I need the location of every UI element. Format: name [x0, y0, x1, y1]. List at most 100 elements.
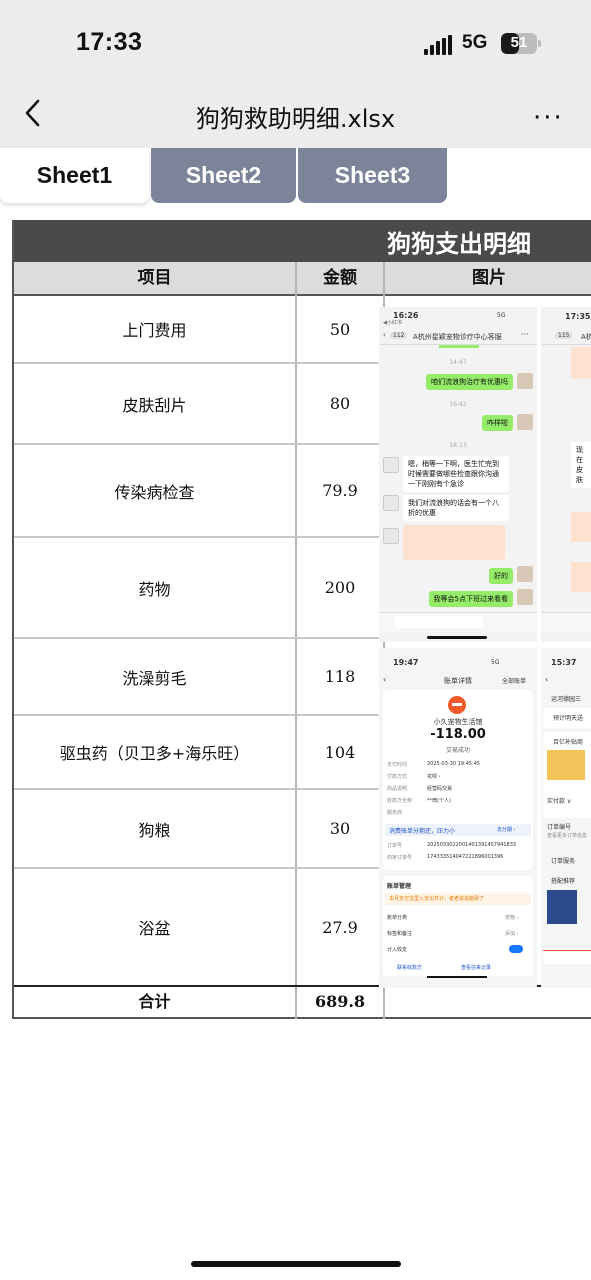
column-header-image[interactable]: 图片	[385, 262, 591, 296]
bill-manage: 账单管理	[387, 883, 412, 890]
bill-row-key: 商品说明	[387, 786, 408, 792]
tab-sheet3[interactable]: Sheet3	[298, 148, 447, 203]
bill-merchant-order-key: 商家订单号	[387, 855, 413, 861]
battery-icon: 51	[501, 33, 541, 54]
bill-promo-link: 去分期 ›	[497, 827, 516, 833]
chat-unread: 112	[390, 332, 408, 339]
image-order-screenshot[interactable]: 15:37 ‹ 运河德园三 预计明天送 百亿补贴商 实付款 ∨ 订单编号 查看更…	[541, 648, 591, 988]
more-options-icon[interactable]: ···	[533, 103, 564, 133]
table-row[interactable]: 上门费用 50	[14, 296, 383, 364]
chat-net: 5G	[497, 312, 506, 319]
image-bill-screenshot[interactable]: 19:47 5G ‹ 账单详情 全部账单 小久宠物生活馆 -118.00 交易成…	[379, 648, 537, 988]
cell-item: 上门费用	[122, 321, 187, 340]
image-chat-screenshot[interactable]: 16:26 ◀小红书 5G ‹ 112 A杭州星颖宠物诊疗中心客服 ··· 14…	[379, 307, 537, 642]
bill-order-value: 2025033022001401391457941833	[427, 842, 517, 848]
bill-amount: -118.00	[430, 727, 486, 742]
page-title: 狗狗救助明细.xlsx	[195, 105, 396, 133]
cell-amount: 79.9	[322, 481, 358, 500]
chat-bubble: 嗯，稍等一下啊，医生忙完到时候需要做哪些检查跟你沟通一下刚刚有个急诊	[403, 456, 509, 492]
bill-net: 5G	[491, 659, 500, 666]
order-eta: 预计明天送	[553, 715, 584, 722]
bill-notice: 本月支付宝里入支出共计，者者说说能顾了	[389, 896, 485, 902]
network-type: 5G	[462, 32, 488, 53]
status-and-nav-bar: 17:33 5G 51 狗狗救助明细.xlsx ···	[0, 0, 591, 148]
table-row[interactable]: 传染病检查 79.9	[14, 445, 383, 538]
order-number: 订单编号	[547, 824, 572, 831]
bill-merchant-order-value: 1743335140472218960013​96	[427, 854, 504, 860]
chat-ts: 16:42	[449, 401, 467, 408]
cell-item: 皮肤刮片	[122, 395, 187, 415]
cell-amount: 80	[329, 394, 351, 413]
cell-item: 传染病检查	[114, 482, 195, 502]
chat-back-label: ◀小红书	[383, 320, 402, 326]
bill-footer-contact: 联系收款方	[397, 965, 423, 971]
cell-amount: 30	[329, 819, 351, 838]
app-root: { "status": { "time": "17:33", "network"…	[0, 0, 591, 1280]
chat-bubble: 我们对流浪狗的话会有一个八折的优惠	[403, 495, 509, 521]
battery-level: 51	[510, 34, 528, 51]
chat2-time: 17:35	[565, 312, 591, 321]
bill-row-key: 付款方式	[387, 774, 408, 780]
bill-row-key: 服务商	[387, 810, 403, 816]
table-row[interactable]: 皮肤刮片 80	[14, 364, 383, 445]
home-indicator[interactable]	[191, 1261, 401, 1267]
chat-bubble: 好的	[489, 568, 513, 584]
bill-cat-value: 宠物 ›	[505, 915, 519, 921]
chat-bubble: 咋样啦	[482, 415, 513, 431]
chat2-unread: 115	[555, 332, 573, 339]
cell-amount: 200	[324, 578, 356, 597]
bill-row-value: 经营码交易	[427, 786, 453, 792]
table-row[interactable]: 驱虫药（贝卫多+海乐旺） 104	[14, 716, 383, 790]
cell-item: 驱虫药（贝卫多+海乐旺）	[59, 744, 250, 763]
cell-amount: 118	[324, 667, 356, 686]
cell-amount: 50	[329, 319, 351, 339]
bill-note-value: 添加 ›	[505, 931, 519, 937]
order-store: 运河德园三	[551, 696, 582, 703]
spreadsheet-grid[interactable]: 狗狗支出明细 项目 金额 图片 上门费用 50 皮肤刮片 80 传染病检查 79…	[12, 220, 591, 1019]
table-row[interactable]: 药物 200	[14, 538, 383, 639]
bill-note-key: 标签和备注	[387, 931, 413, 937]
bill-row-value: 2025-03-30 19:45:45	[427, 761, 481, 767]
sheet-title: 狗狗支出明细	[387, 230, 531, 258]
order-sub: 百亿补贴商	[553, 739, 584, 746]
bill-all: 全部账单	[502, 678, 527, 685]
status-time: 17:33	[76, 28, 143, 56]
image-chat-screenshot-2[interactable]: 17:35 115 A杭 现在 皮肤	[541, 307, 591, 642]
bill-order-key: 订单号	[387, 843, 403, 849]
bill-row-key: 支付时间	[387, 762, 408, 768]
cell-item: 浴盆	[138, 919, 171, 938]
bill-row-value: **琦(个人)	[427, 798, 451, 804]
bill-row-value: 花呗 ›	[427, 774, 441, 780]
order-more: 查看更多订单信息	[547, 833, 588, 839]
chat-contact: A杭州星颖宠物诊疗中心客服	[413, 333, 502, 341]
table-row[interactable]: 狗粮 30	[14, 790, 383, 869]
toggle-switch-icon	[509, 945, 523, 953]
tab-sheet1[interactable]: Sheet1	[0, 148, 149, 203]
bill-promo: 消费账单分期还，压力小	[389, 828, 456, 835]
cellular-signal-icon	[424, 35, 454, 55]
tab-sheet2[interactable]: Sheet2	[151, 148, 296, 203]
total-amount: 689.8	[314, 992, 366, 1011]
chat-ts: 14:47	[449, 359, 467, 366]
table-row[interactable]: 洗澡剪毛 118	[14, 639, 383, 716]
bill-time: 19:47	[393, 658, 419, 667]
bill-footer-history: 查看往来记录	[461, 965, 492, 971]
order-pay: 实付款 ∨	[547, 798, 572, 805]
order-time: 15:37	[551, 658, 577, 667]
bill-count-key: 计入收支	[387, 947, 408, 953]
chat-ts: 18:13	[449, 442, 467, 449]
order-service: 订单服务	[551, 858, 576, 865]
sheet-title-band: 狗狗支出明细	[14, 220, 591, 262]
bill-merchant: 小久宠物生活馆	[433, 718, 483, 726]
chat-bubble: 咱们流浪狗治疗有优惠吗	[426, 374, 513, 390]
cell-amount: 104	[324, 742, 356, 762]
column-header-item[interactable]: 项目	[14, 262, 295, 296]
chat2-contact: A杭	[581, 333, 591, 341]
chat2-bubble: 现在 皮肤	[571, 442, 591, 488]
cell-item: 洗澡剪毛	[122, 668, 187, 688]
bill-cat-key: 账单分类	[387, 915, 408, 921]
column-header-amount[interactable]: 金额	[297, 262, 383, 296]
total-row[interactable]: 合计 689.8	[14, 985, 591, 1019]
bill-row-key: 收款方全称	[387, 798, 413, 804]
table-row[interactable]: 浴盆 27.9	[14, 869, 383, 985]
